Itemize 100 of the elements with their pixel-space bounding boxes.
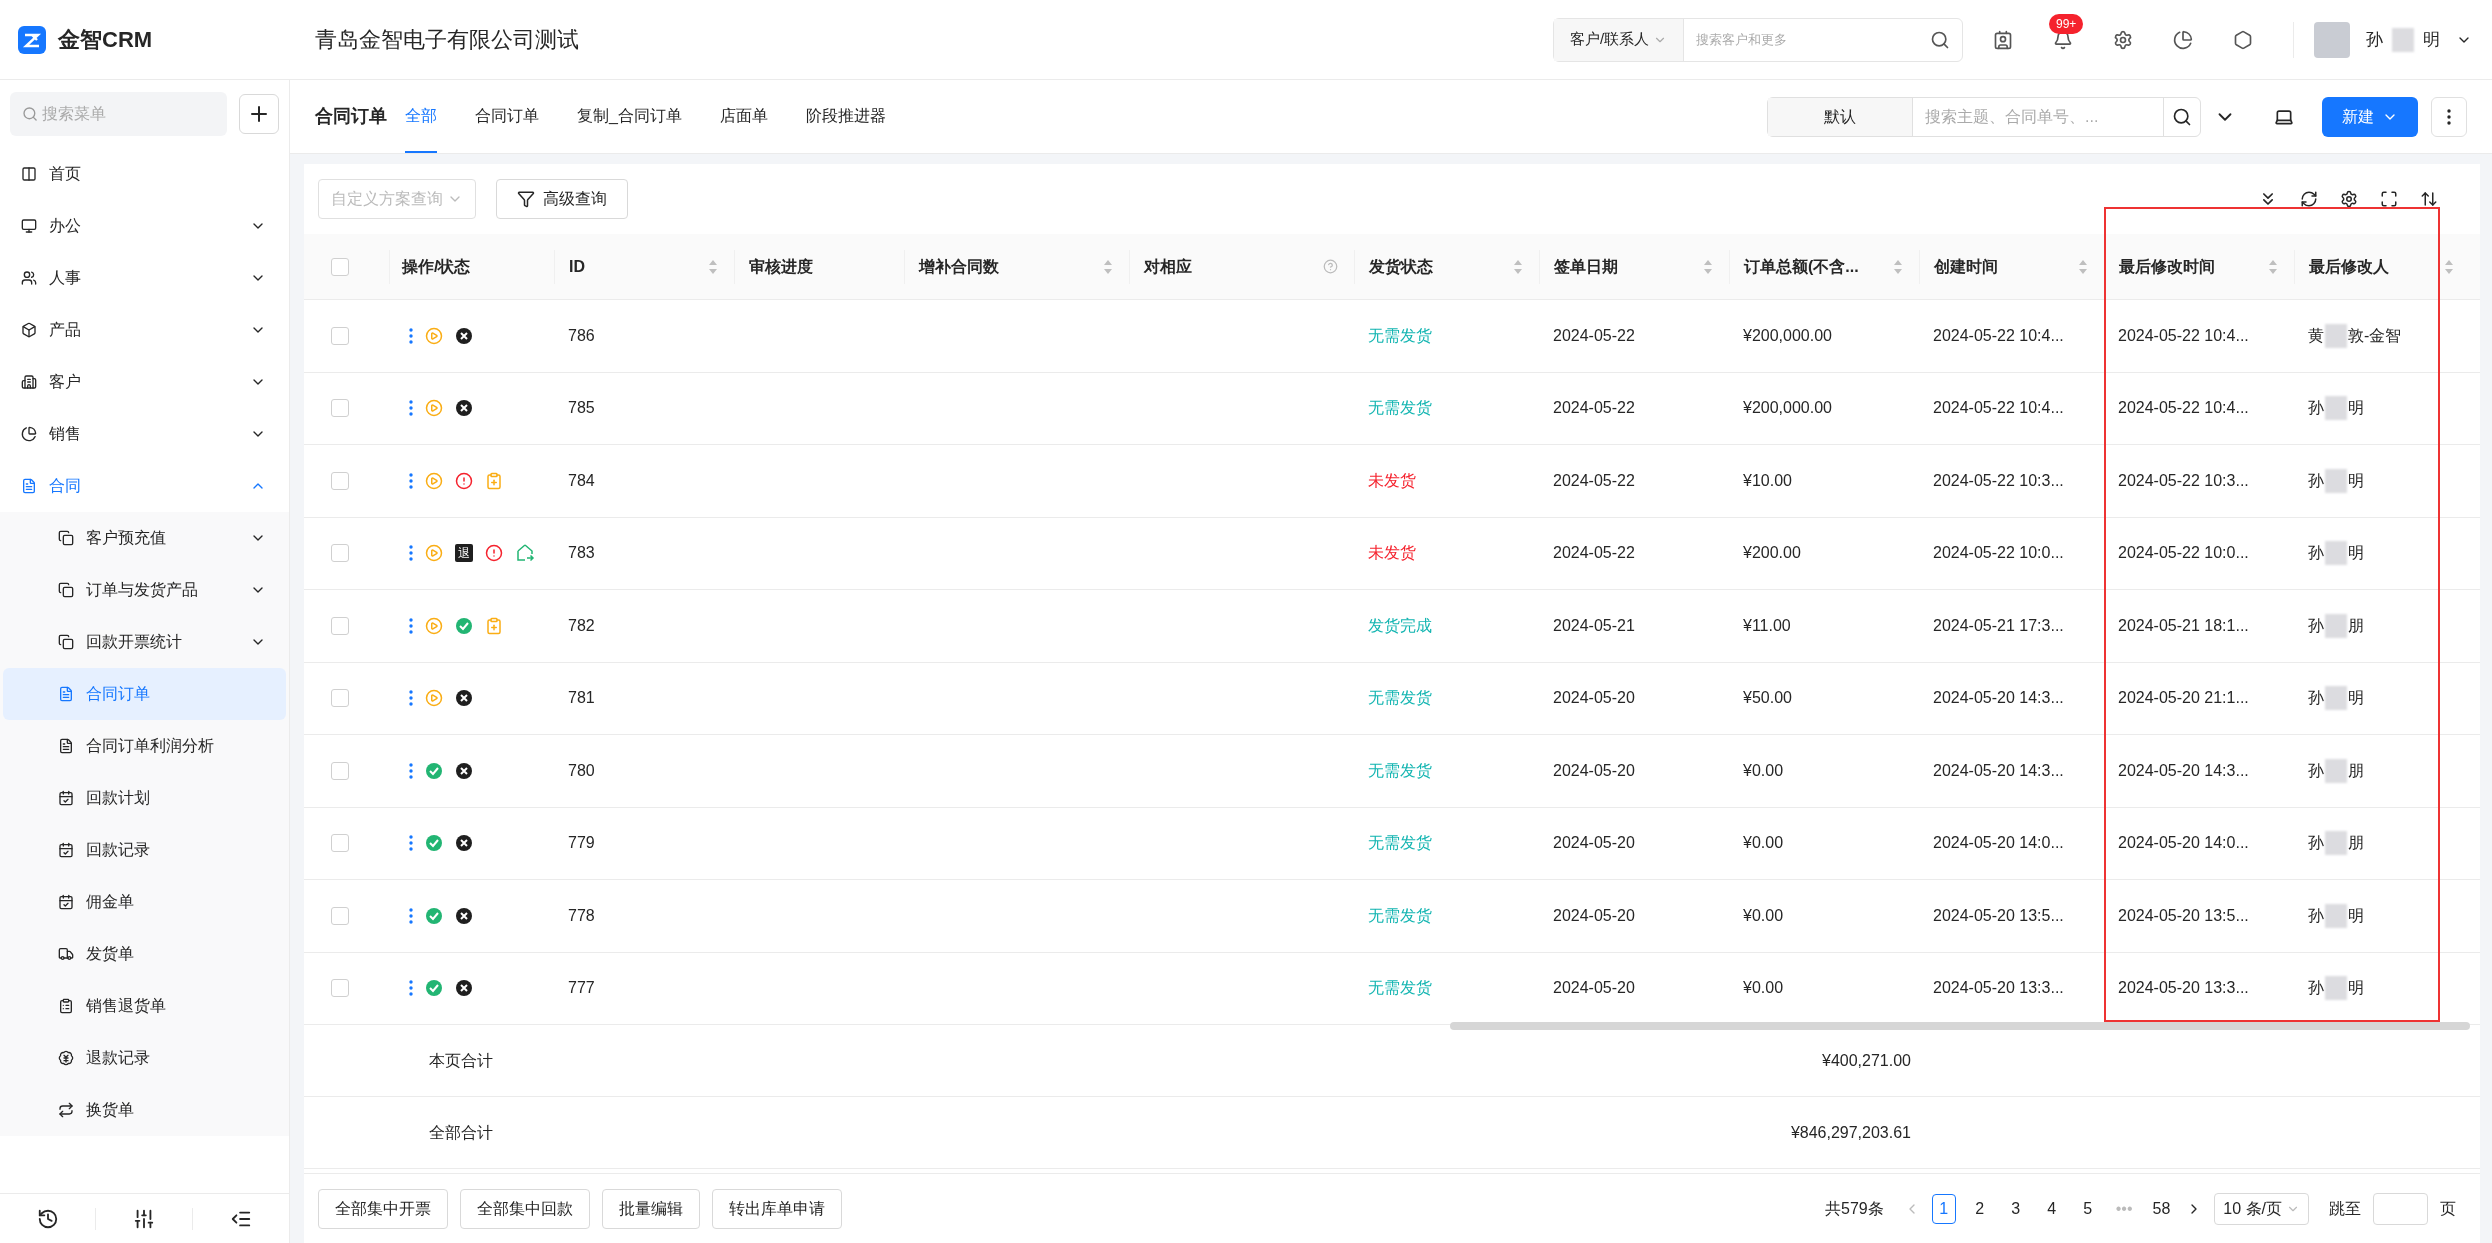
sidebar-item[interactable]: 销售退货单: [3, 980, 286, 1032]
page-input[interactable]: [2373, 1192, 2428, 1225]
row-checkbox[interactable]: [331, 834, 349, 853]
search-icon[interactable]: [2172, 106, 2192, 127]
sidebar-item[interactable]: 客户: [3, 356, 286, 408]
sidebar-item[interactable]: 换货单: [3, 1084, 286, 1136]
alert-icon[interactable]: [485, 544, 503, 563]
tab[interactable]: 合同订单: [475, 80, 539, 153]
return-tag[interactable]: 退: [455, 544, 473, 563]
menu-search-field[interactable]: 搜索菜单: [10, 92, 227, 136]
filter-icon: [517, 190, 535, 208]
more-icon[interactable]: [2447, 108, 2451, 125]
page-button[interactable]: 3: [2003, 1193, 2028, 1224]
sidebar-item[interactable]: 产品: [3, 304, 286, 356]
pie-chart-icon[interactable]: [2173, 29, 2193, 50]
cancel-icon[interactable]: [455, 979, 473, 998]
row-checkbox[interactable]: [331, 471, 349, 490]
check-icon[interactable]: [425, 979, 443, 998]
page-size-select[interactable]: 10 条/页: [2214, 1192, 2309, 1225]
horizontal-scrollbar[interactable]: [1450, 1022, 2470, 1030]
sliders-icon[interactable]: [133, 1207, 155, 1230]
table-cell-text: ¥10.00: [1742, 470, 1792, 491]
row-checkbox[interactable]: [331, 761, 349, 780]
sidebar-item[interactable]: 客户预充值: [3, 512, 286, 564]
check-icon[interactable]: [425, 834, 443, 853]
cancel-icon[interactable]: [455, 834, 473, 853]
table-cell-text: 2024-05-20: [1552, 760, 1635, 781]
history-icon[interactable]: [36, 1207, 59, 1230]
batch-action-button[interactable]: 全部集中开票: [318, 1188, 448, 1229]
batch-action-button[interactable]: 批量编辑: [602, 1188, 700, 1229]
sidebar-item[interactable]: 回款计划: [3, 772, 286, 824]
blurred-block: [2325, 758, 2347, 783]
sidebar-item[interactable]: 合同: [3, 460, 286, 512]
sidebar-item[interactable]: 合同订单利润分析: [3, 720, 286, 772]
batch-action-button[interactable]: 全部集中回款: [460, 1188, 590, 1229]
settings-icon[interactable]: [2340, 190, 2358, 208]
search-input[interactable]: 搜索客户和更多: [1684, 29, 1918, 50]
tab[interactable]: 复制_合同订单: [577, 80, 682, 153]
row-checkbox[interactable]: [331, 979, 349, 998]
row-height-icon[interactable]: [2420, 190, 2438, 208]
page-button[interactable]: 5: [2075, 1193, 2100, 1224]
sidebar-item[interactable]: 回款记录: [3, 824, 286, 876]
sidebar-item[interactable]: 佣金单: [3, 876, 286, 928]
cancel-icon[interactable]: [455, 326, 473, 345]
hexagon-icon[interactable]: [2233, 29, 2253, 50]
tab[interactable]: 店面单: [719, 80, 768, 153]
table-cell-text: 778: [567, 905, 595, 926]
clipboard-icon[interactable]: [485, 616, 503, 635]
page-button[interactable]: 2: [1967, 1193, 1992, 1224]
cancel-icon[interactable]: [455, 689, 473, 708]
clipboard-icon[interactable]: [485, 471, 503, 490]
sidebar-item[interactable]: 发货单: [3, 928, 286, 980]
view-select[interactable]: 默认: [1768, 97, 1913, 136]
page-unit: 页: [2440, 1198, 2457, 1219]
sidebar-item[interactable]: 合同订单: [3, 668, 286, 720]
scope-select[interactable]: 客户/联系人: [1554, 18, 1685, 61]
tab[interactable]: 阶段推进器: [805, 80, 886, 153]
name-part: 朋: [2348, 833, 2364, 854]
row-checkbox[interactable]: [331, 906, 349, 925]
check-icon[interactable]: [425, 906, 443, 925]
row-checkbox[interactable]: [331, 544, 349, 563]
batch-action-button[interactable]: 转出库单申请: [712, 1188, 842, 1229]
row-checkbox[interactable]: [331, 326, 349, 345]
contacts-icon[interactable]: [1993, 29, 2013, 50]
page-button[interactable]: 4: [2039, 1193, 2064, 1224]
advanced-search-button[interactable]: 高级查询: [496, 179, 628, 219]
check-icon[interactable]: [455, 616, 473, 635]
cancel-icon[interactable]: [455, 906, 473, 925]
cancel-icon[interactable]: [455, 399, 473, 418]
list-search-field[interactable]: 默认 搜索主题、合同单号、...: [1767, 96, 2201, 137]
menu-search-input[interactable]: 搜索菜单: [42, 102, 215, 126]
sidebar-item[interactable]: 办公: [3, 200, 286, 252]
sidebar-item[interactable]: 首页: [3, 148, 286, 200]
add-button[interactable]: [239, 94, 279, 134]
search-icon[interactable]: [1930, 29, 1950, 50]
settings-icon[interactable]: [2113, 29, 2133, 50]
cancel-icon[interactable]: [455, 761, 473, 780]
row-checkbox[interactable]: [331, 689, 349, 708]
select-all-checkbox[interactable]: [331, 257, 349, 276]
list-search-input[interactable]: 搜索主题、合同单号、...: [1913, 104, 2163, 129]
alert-icon[interactable]: [455, 471, 473, 490]
fullscreen-icon[interactable]: [2380, 190, 2398, 208]
new-button[interactable]: 新建: [2322, 96, 2418, 137]
row-checkbox[interactable]: [331, 399, 349, 418]
check-icon[interactable]: [425, 761, 443, 780]
name-part: 明: [2348, 905, 2364, 926]
tab[interactable]: 全部: [405, 80, 437, 153]
sidebar-item[interactable]: 人事: [3, 252, 286, 304]
name-part: 明: [2348, 688, 2364, 709]
sidebar-item[interactable]: 回款开票统计: [3, 616, 286, 668]
sidebar-item[interactable]: 订单与发货产品: [3, 564, 286, 616]
global-search-field[interactable]: 客户/联系人 搜索客户和更多: [1553, 17, 1963, 62]
row-checkbox[interactable]: [331, 616, 349, 635]
export-icon[interactable]: [515, 543, 535, 564]
page-button[interactable]: 58: [2148, 1193, 2175, 1224]
sidebar-item[interactable]: 销售: [3, 408, 286, 460]
sidebar-item[interactable]: 退款记录: [3, 1032, 286, 1084]
table-cell-text: ¥200,000.00: [1742, 398, 1832, 419]
page-button[interactable]: 1: [1931, 1193, 1956, 1224]
refresh-icon[interactable]: [2300, 190, 2318, 208]
